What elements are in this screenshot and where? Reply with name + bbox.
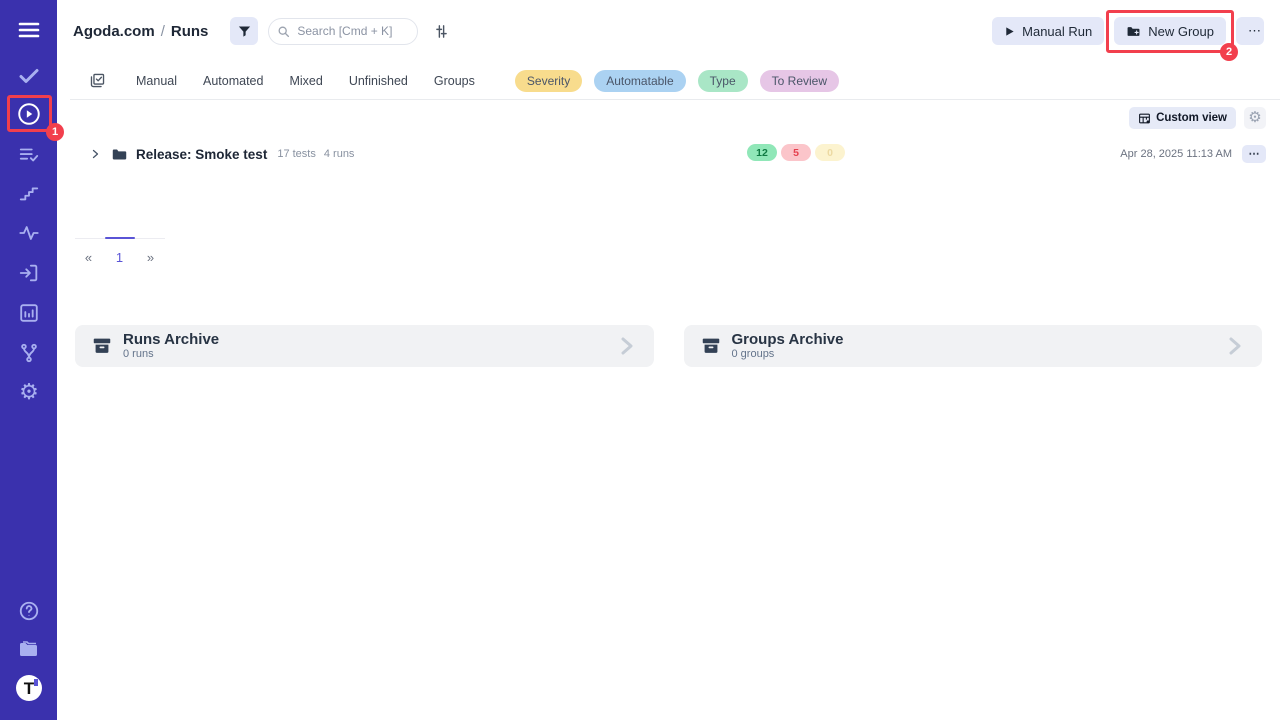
passed-count-badge: 12 <box>747 144 777 161</box>
filter-tabs-row: Manual Automated Mixed Unfinished Groups… <box>70 62 1280 100</box>
new-group-button[interactable]: New Group <box>1114 17 1226 45</box>
archive-card-subtitle: 0 runs <box>123 348 219 361</box>
help-icon[interactable] <box>16 598 42 624</box>
view-options-row: Custom view ⚙ <box>57 100 1280 136</box>
sidebar-item-milestones-stairs-icon[interactable] <box>16 180 42 206</box>
search-input[interactable] <box>268 18 418 45</box>
breadcrumb-page: Runs <box>171 23 209 40</box>
sidebar-item-settings-gear-icon[interactable]: ⚙ <box>16 379 42 405</box>
sidebar-item-plans-list-check-icon[interactable] <box>16 142 42 168</box>
tab-manual[interactable]: Manual <box>136 74 177 88</box>
chevron-right-icon <box>614 334 638 358</box>
annotation-step-2: 2 <box>1220 43 1238 61</box>
run-group-name[interactable]: Release: Smoke test <box>136 147 267 162</box>
custom-view-label: Custom view <box>1156 112 1227 124</box>
breadcrumb-project[interactable]: Agoda.com <box>73 23 155 40</box>
search-icon <box>277 25 290 38</box>
run-group-row[interactable]: Release: Smoke test 17 tests 4 runs 12 5… <box>57 138 1280 170</box>
annotation-step-1: 1 <box>46 123 64 141</box>
tab-automated[interactable]: Automated <box>203 74 263 88</box>
pagination-page-1[interactable]: 1 <box>104 250 135 265</box>
header: Agoda.com / Runs Manual Run <box>57 0 1280 62</box>
tab-mixed[interactable]: Mixed <box>289 74 322 88</box>
breadcrumb: Agoda.com / Runs <box>73 23 208 40</box>
play-icon <box>1004 26 1015 37</box>
select-all-icon[interactable] <box>84 68 110 94</box>
archive-box-icon <box>91 335 113 357</box>
archive-card-subtitle: 0 groups <box>732 348 844 361</box>
funnel-icon <box>237 24 252 39</box>
tab-groups[interactable]: Groups <box>434 74 475 88</box>
app-window: ⚙ T 1 Agoda.com / Runs <box>0 0 1280 720</box>
pagination-prev[interactable]: « <box>73 250 104 265</box>
tab-unfinished[interactable]: Unfinished <box>349 74 408 88</box>
filter-button[interactable] <box>230 17 258 45</box>
tag-filter-type[interactable]: Type <box>698 70 748 92</box>
pagination: « 1 » <box>73 238 167 265</box>
custom-view-button[interactable]: Custom view <box>1129 107 1236 129</box>
sidebar-item-runs-play-circle-icon[interactable] <box>16 101 42 127</box>
archive-cards: Runs Archive 0 runs Groups Archive 0 gro… <box>57 325 1280 367</box>
projects-folder-icon[interactable] <box>16 636 42 662</box>
runs-archive-card[interactable]: Runs Archive 0 runs <box>75 325 654 367</box>
run-group-more-button[interactable]: ⋯ <box>1242 145 1266 163</box>
table-view-icon <box>1138 112 1151 125</box>
tag-filter-severity[interactable]: Severity <box>515 70 582 92</box>
archive-box-icon <box>700 335 722 357</box>
pagination-active-indicator <box>105 237 135 239</box>
chevron-right-icon <box>1222 334 1246 358</box>
tag-filter-pills: Severity Automatable Type To Review <box>515 70 839 92</box>
manual-run-button[interactable]: Manual Run <box>992 17 1104 45</box>
tag-filter-to-review[interactable]: To Review <box>760 70 839 92</box>
header-more-button[interactable]: ⋯ <box>1236 17 1264 45</box>
sidebar-item-import-icon[interactable] <box>16 260 42 286</box>
breadcrumb-separator: / <box>161 23 165 40</box>
tag-filter-automatable[interactable]: Automatable <box>594 70 685 92</box>
archive-card-title: Runs Archive <box>123 331 219 348</box>
archive-card-title: Groups Archive <box>732 331 844 348</box>
hamburger-menu-icon[interactable] <box>16 17 42 43</box>
logo-letter: T <box>24 680 34 697</box>
expand-chevron-icon[interactable] <box>87 146 103 162</box>
folder-icon <box>111 146 128 163</box>
manual-run-label: Manual Run <box>1022 24 1092 39</box>
run-group-date: Apr 28, 2025 11:13 AM <box>1120 148 1232 160</box>
view-settings-gear-icon[interactable]: ⚙ <box>1244 107 1266 129</box>
sidebar-item-activity-pulse-icon[interactable] <box>16 220 42 246</box>
pagination-next[interactable]: » <box>135 250 166 265</box>
main-content: Agoda.com / Runs Manual Run <box>57 0 1280 720</box>
failed-count-badge: 5 <box>781 144 811 161</box>
new-group-label: New Group <box>1148 24 1214 39</box>
sidebar-item-reports-chart-icon[interactable] <box>16 300 42 326</box>
search <box>268 18 418 45</box>
folder-plus-icon <box>1126 24 1141 39</box>
result-count-pills: 12 5 0 <box>747 144 845 161</box>
ellipsis-icon: ⋯ <box>1248 23 1261 39</box>
sidebar: ⚙ T <box>0 0 57 720</box>
run-group-runs-count: 4 runs <box>324 148 355 160</box>
sidebar-item-branches-git-icon[interactable] <box>16 340 42 366</box>
search-settings-sliders-icon[interactable] <box>428 18 454 44</box>
skipped-count-badge: 0 <box>815 144 845 161</box>
run-group-tests-count: 17 tests <box>277 148 316 160</box>
testomat-logo[interactable]: T <box>16 675 42 701</box>
groups-archive-card[interactable]: Groups Archive 0 groups <box>684 325 1263 367</box>
sidebar-item-tests-check-icon[interactable] <box>16 63 42 89</box>
